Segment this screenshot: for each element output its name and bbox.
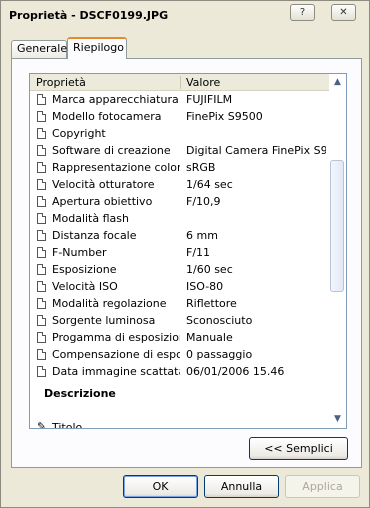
document-icon [37,281,46,292]
column-separator[interactable] [180,76,181,89]
property-name: Rappresentazione colore [52,161,180,174]
document-icon [37,366,46,377]
document-icon [37,230,46,241]
property-name: Velocità otturatore [52,178,155,191]
document-icon [37,128,46,139]
property-name: Compensazione di espo... [52,348,180,361]
vertical-scrollbar[interactable]: ▲ ▼ [329,74,346,428]
list-item[interactable]: Apertura obiettivo F/10,9 [30,193,330,210]
document-icon [37,196,46,207]
scroll-up-icon[interactable]: ▲ [329,74,346,91]
window-title: Proprietà - DSCF0199.JPG [9,9,169,22]
property-name: Distanza focale [52,229,137,242]
close-button[interactable]: ✕ [331,4,356,21]
property-name: Marca apparecchiatura [52,93,179,106]
property-value: FinePix S9500 [186,110,263,123]
property-value: F/11 [186,246,211,259]
title-bar: Proprietà - DSCF0199.JPG ? ✕ [1,1,369,28]
list-item[interactable]: Compensazione di espo... 0 passaggio [30,346,330,363]
document-icon [37,247,46,258]
list-item[interactable]: Modalità regolazione Riflettore [30,295,330,312]
list-item[interactable]: Software di creazione Digital Camera Fine… [30,142,330,159]
document-icon [37,298,46,309]
document-icon [37,94,46,105]
list-item[interactable]: Progamma di esposizione Manuale [30,329,330,346]
section-title: Descrizione [44,387,116,400]
document-icon [37,111,46,122]
property-name: Modalità regolazione [52,297,167,310]
list-item[interactable]: Rappresentazione colore sRGB [30,159,330,176]
property-name: Apertura obiettivo [52,195,153,208]
property-name: Sorgente luminosa [52,314,156,327]
property-name: Velocità ISO [52,280,118,293]
edit-field-icon: ✎ [37,420,47,429]
list-item[interactable]: ✎ Titolo [30,419,330,429]
property-value: FUJIFILM [186,93,233,106]
list-item[interactable]: Sorgente luminosa Sconosciuto [30,312,330,329]
property-name: Modalità flash [52,212,129,225]
simple-view-button[interactable]: << Semplici [249,437,348,460]
document-icon [37,315,46,326]
list-item[interactable]: Marca apparecchiatura FUJIFILM [30,91,330,108]
list-item[interactable]: Copyright [30,125,330,142]
property-name: Copyright [52,127,106,140]
property-name: F-Number [52,246,107,259]
property-value: 6 mm [186,229,218,242]
list-item[interactable]: Velocità otturatore 1/64 sec [30,176,330,193]
property-value: 06/01/2006 15.46 [186,365,285,378]
tab-riepilogo[interactable]: Riepilogo [67,37,127,59]
property-value: Sconosciuto [186,314,253,327]
properties-dialog: Proprietà - DSCF0199.JPG ? ✕ Generale Ri… [0,0,370,508]
document-icon [37,264,46,275]
scroll-down-icon[interactable]: ▼ [329,411,346,428]
tab-generale[interactable]: Generale [11,40,67,58]
property-name: Data immagine scattata [52,365,180,378]
tab-strip: Generale Riepilogo [11,37,361,59]
document-icon [37,349,46,360]
help-button[interactable]: ? [290,4,315,21]
list-item[interactable]: Distanza focale 6 mm [30,227,330,244]
list-header: Proprietà Valore [30,74,330,91]
property-name: Titolo [52,421,83,429]
list-item[interactable]: Data immagine scattata 06/01/2006 15.46 [30,363,330,380]
properties-list[interactable]: Proprietà Valore Marca apparecchiatura FU… [29,73,347,429]
cancel-button[interactable]: Annulla [204,475,279,498]
column-header-property[interactable]: Proprietà [36,76,86,89]
property-value: Manuale [186,331,233,344]
property-value: F/10,9 [186,195,221,208]
document-icon [37,179,46,190]
property-value: Riflettore [186,297,237,310]
property-value: Digital Camera FinePix S9... [186,144,326,157]
document-icon [37,213,46,224]
list-item[interactable]: Modello fotocamera FinePix S9500 [30,108,330,125]
property-value: 1/64 sec [186,178,233,191]
property-value: 0 passaggio [186,348,253,361]
property-value: 1/60 sec [186,263,233,276]
tab-panel: Proprietà Valore Marca apparecchiatura FU… [11,58,362,468]
scrollbar-thumb[interactable] [330,160,344,292]
property-name: Modello fotocamera [52,110,162,123]
document-icon [37,332,46,343]
apply-button: Applica [285,475,360,498]
section-descrizione: Descrizione [30,385,330,402]
document-icon [37,145,46,156]
list-item[interactable]: Esposizione 1/60 sec [30,261,330,278]
ok-button[interactable]: OK [123,475,198,498]
property-value: ISO-80 [186,280,224,293]
list-item[interactable]: F-Number F/11 [30,244,330,261]
list-item[interactable]: Modalità flash [30,210,330,227]
property-name: Progamma di esposizione [52,331,180,344]
column-header-value[interactable]: Valore [186,76,220,89]
document-icon [37,162,46,173]
property-rows: Marca apparecchiatura FUJIFILM Modello fot… [30,91,330,380]
property-value: sRGB [186,161,216,174]
property-name: Software di creazione [52,144,171,157]
list-item[interactable]: Velocità ISO ISO-80 [30,278,330,295]
property-name: Esposizione [52,263,117,276]
